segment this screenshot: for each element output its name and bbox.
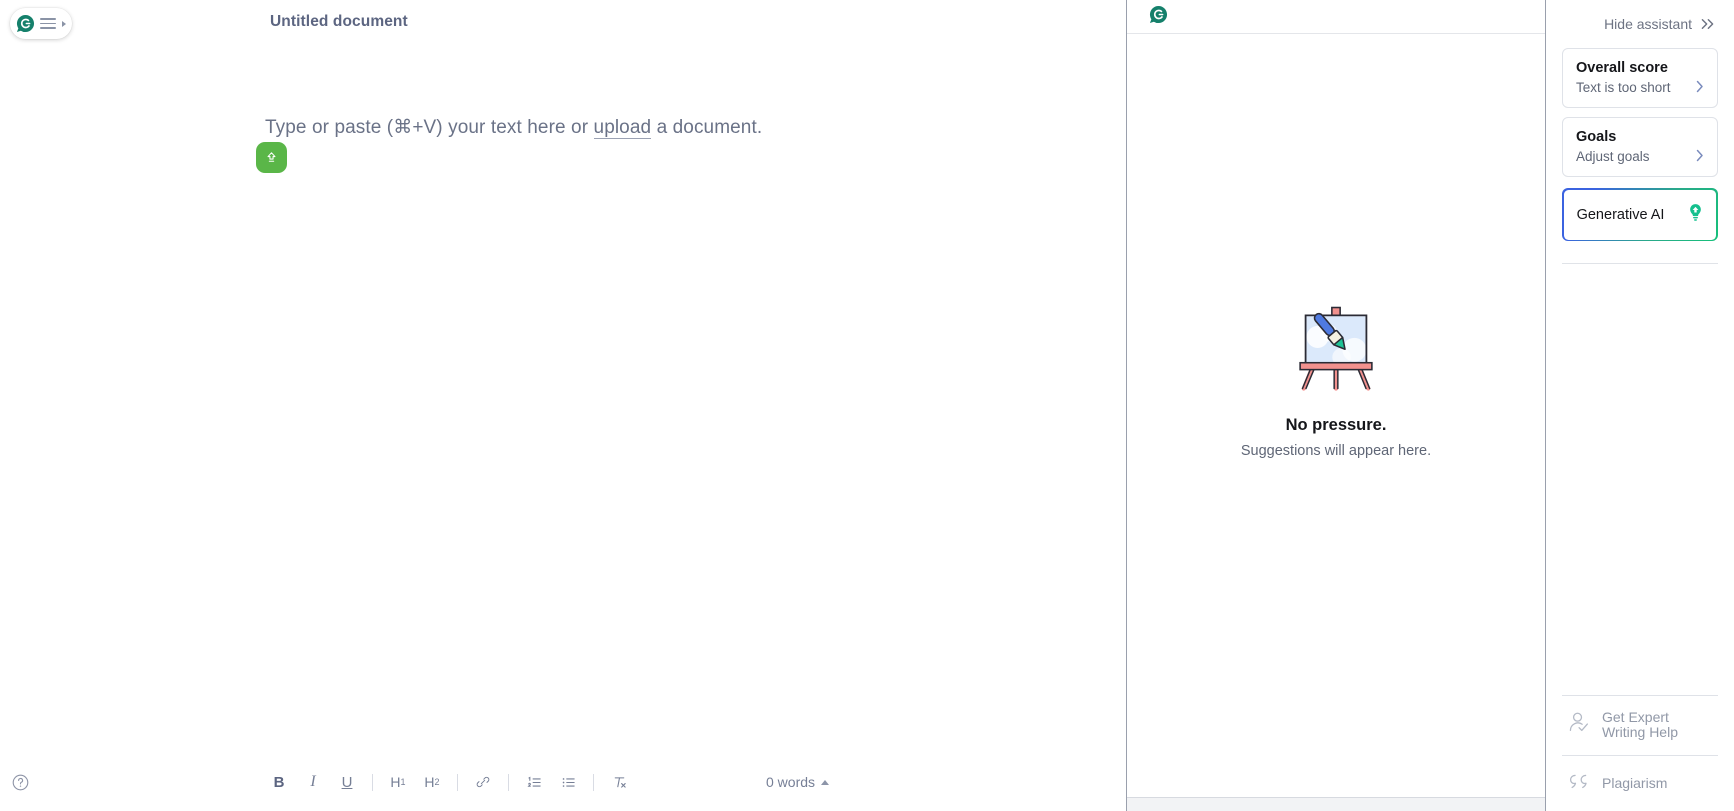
grammarly-g-logo xyxy=(1149,5,1168,29)
chevron-right-icon xyxy=(1696,80,1704,95)
bullet-list-icon[interactable] xyxy=(551,767,585,797)
toolbar-divider xyxy=(508,773,509,791)
suggestions-pane: No pressure. Suggestions will appear her… xyxy=(1126,0,1546,811)
editor-bottom-toolbar: B I U H1 H2 0 words xyxy=(0,753,1126,811)
goals-subtitle: Adjust goals xyxy=(1576,149,1650,164)
expert-help-line2: Writing Help xyxy=(1602,724,1678,741)
hamburger-menu-icon[interactable] xyxy=(40,18,56,29)
clear-formatting-icon[interactable] xyxy=(602,767,636,797)
page-title: Untitled document xyxy=(270,13,408,30)
double-chevron-right-icon xyxy=(1699,18,1716,30)
plagiarism-link[interactable]: Plagiarism xyxy=(1562,756,1718,811)
goals-card[interactable]: Goals Adjust goals xyxy=(1562,117,1718,177)
assistant-divider xyxy=(1562,263,1718,265)
overall-score-card[interactable]: Overall score Text is too short xyxy=(1562,48,1718,108)
formatting-toolbar: B I U H1 H2 xyxy=(262,767,636,797)
easel-paintbrush-illustration xyxy=(1290,302,1382,416)
empty-state-subtitle: Suggestions will appear here. xyxy=(1240,443,1432,459)
generative-ai-label: Generative AI xyxy=(1576,206,1665,223)
overall-score-subtitle: Text is too short xyxy=(1576,80,1671,95)
empty-state-title: No pressure. xyxy=(1285,416,1387,434)
question-mark-circle-icon[interactable] xyxy=(10,772,30,792)
caret-up-icon[interactable] xyxy=(821,779,830,785)
word-count[interactable]: 0 words xyxy=(766,774,830,790)
link-icon[interactable] xyxy=(466,767,500,797)
word-count-label: 0 words xyxy=(766,774,816,790)
toolbar-divider xyxy=(372,773,373,791)
h2-number: 2 xyxy=(434,777,440,787)
upload-arrow-icon[interactable] xyxy=(256,142,287,173)
bold-button[interactable]: B xyxy=(262,767,296,797)
assistant-pane: Hide assistant Overall score Text is too… xyxy=(1546,0,1734,811)
get-expert-writing-help-link[interactable]: Get Expert Writing Help xyxy=(1562,696,1718,755)
goals-title: Goals xyxy=(1576,129,1617,145)
hide-assistant-button[interactable]: Hide assistant xyxy=(1562,0,1718,48)
editor-pane: Untitled document Type or paste (⌘+V) yo… xyxy=(0,0,1126,811)
placeholder-suffix: a document. xyxy=(651,117,763,138)
assistant-bottom-links: Get Expert Writing Help Plagiarism xyxy=(1562,694,1718,811)
heading-1-button[interactable]: H1 xyxy=(381,767,415,797)
expert-help-line1: Get Expert xyxy=(1602,708,1669,725)
lightbulb-icon xyxy=(1687,203,1704,227)
italic-button[interactable]: I xyxy=(296,767,330,797)
plagiarism-label: Plagiarism xyxy=(1602,774,1668,791)
expert-help-label: Get Expert Writing Help xyxy=(1602,708,1678,741)
caret-right-icon[interactable] xyxy=(62,20,66,27)
underline-button[interactable]: U xyxy=(330,767,364,797)
chevron-right-icon xyxy=(1696,149,1704,164)
quotation-marks-icon xyxy=(1566,770,1591,797)
grammarly-editor-app: Untitled document Type or paste (⌘+V) yo… xyxy=(0,0,1734,811)
suggestions-header xyxy=(1127,0,1545,34)
toolbar-divider xyxy=(593,773,594,791)
suggestions-empty-state: No pressure. Suggestions will appear her… xyxy=(1127,34,1545,797)
generative-ai-button[interactable]: Generative AI xyxy=(1562,188,1718,242)
h2-letter: H xyxy=(424,774,435,790)
upload-link[interactable]: upload xyxy=(593,117,652,139)
overall-score-title: Overall score xyxy=(1576,60,1668,76)
person-check-icon xyxy=(1566,710,1591,740)
numbered-list-icon[interactable] xyxy=(517,767,551,797)
heading-2-button[interactable]: H2 xyxy=(415,767,449,797)
editor-placeholder[interactable]: Type or paste (⌘+V) your text here or up… xyxy=(265,116,762,139)
hide-assistant-label: Hide assistant xyxy=(1604,16,1692,32)
h1-letter: H xyxy=(390,774,401,790)
placeholder-prefix: Type or paste (⌘+V) your text here or xyxy=(265,117,594,138)
toolbar-divider xyxy=(457,773,458,791)
h1-number: 1 xyxy=(400,777,406,787)
suggestions-footer-bar xyxy=(1127,797,1545,811)
brand-menu-pill[interactable] xyxy=(10,8,72,39)
grammarly-g-logo xyxy=(16,14,35,33)
